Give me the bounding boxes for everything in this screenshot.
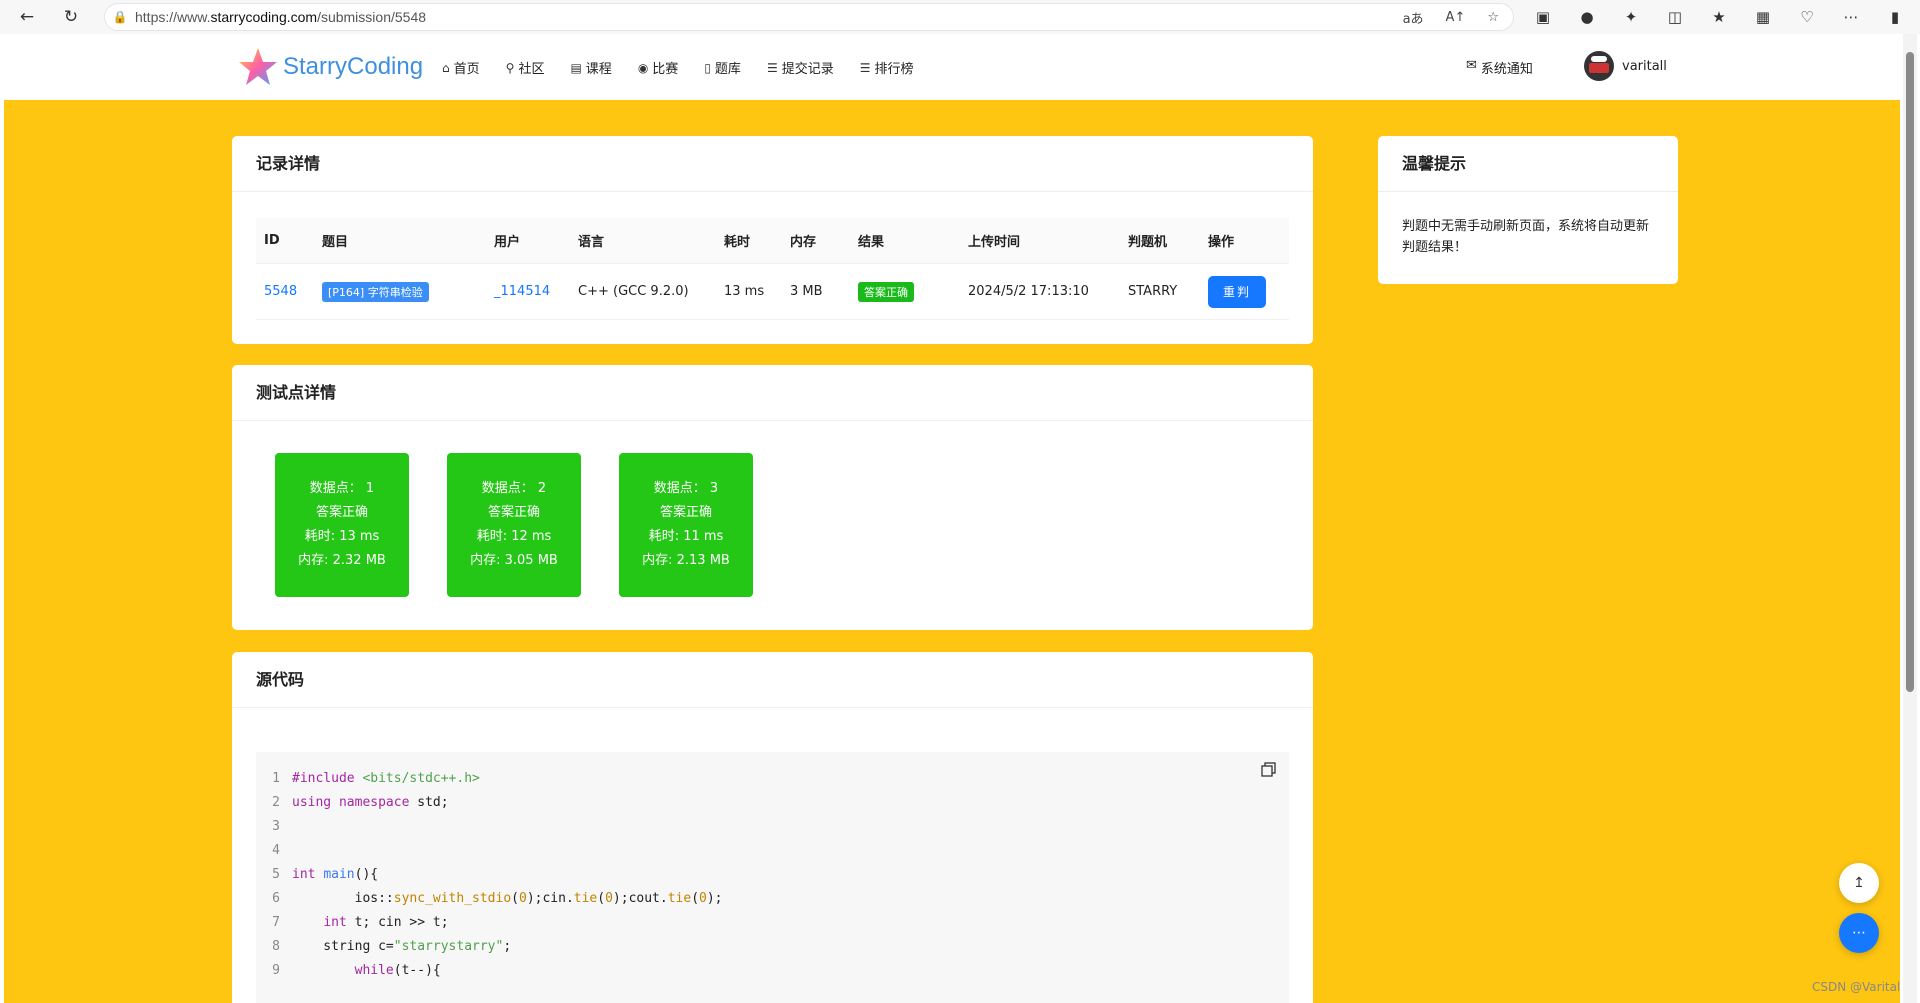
favorites-icon[interactable]: ★ [1706,8,1732,26]
menu-item-ranking[interactable]: ☰ 排行榜 [859,58,914,78]
memory-value: 3 MB [790,284,823,299]
main-menu: ⌂ 首页 ⚲ 社区 ▤ 课程 ◉ 比赛 ▯ 题库 ☰ 提交记录 ☰ 排行榜 [442,58,914,78]
scroll-thumb[interactable] [1906,52,1914,692]
menu-item-problems[interactable]: ▯ 题库 [704,58,741,78]
tips-text: 判题中无需手动刷新页面，系统将自动更新判题结果！ [1402,219,1650,255]
code-block[interactable]: 1 #include <bits/stdc++.h> 2 using namespa… [256,752,1289,1003]
menu-item-submissions[interactable]: ☰ 提交记录 [766,58,834,78]
home-icon: ⌂ [442,60,450,75]
split-screen-icon[interactable]: ◫ [1662,8,1688,26]
menu-item-community[interactable]: ⚲ 社区 [505,58,545,78]
collections-icon[interactable]: ▦ [1750,8,1776,26]
sidebar-icon[interactable]: ▮ [1882,8,1908,26]
test-point-card[interactable]: 数据点： 2 答案正确 耗时: 12 ms 内存: 3.05 MB [447,453,581,597]
code-line: 2 using namespace std; [272,795,449,810]
bookmark-icon: ▯ [704,60,711,75]
health-icon[interactable]: ♡ [1794,8,1820,26]
site-header: StarryCoding ⌂ 首页 ⚲ 社区 ▤ 课程 ◉ 比赛 ▯ 题库 ☰ 提交记录 ☰… [4,34,1900,100]
code-line: 9 while(t--){ [272,963,441,978]
tips-card: 温馨提示 判题中无需手动刷新页面，系统将自动更新判题结果！ [1378,136,1678,284]
chat-icon: ⋯ [1852,925,1866,941]
language-value: C++ (GCC 9.2.0) [578,284,689,299]
menu-item-course[interactable]: ▤ 课程 [570,58,611,78]
user-menu[interactable]: varitall [1584,51,1667,81]
watermark: CSDN @Varitall [1812,980,1900,994]
rejudge-button[interactable]: 重判 [1208,275,1266,308]
system-notice[interactable]: ✉ 系统通知 [1466,58,1533,77]
favorite-star-icon[interactable]: ☆ [1487,10,1499,25]
chat-button[interactable]: ⋯ [1839,913,1879,953]
result-badge: 答案正确 [858,281,914,302]
back-arrow-icon[interactable]: ← [10,0,44,34]
problem-tag[interactable]: [P164] 字符串检验 [322,281,429,302]
address-bar[interactable]: 🔒 https://www.starrycoding.com/submissio… [104,3,1514,31]
scrollbar[interactable] [1903,34,1917,1003]
site-logo[interactable]: StarryCoding [237,46,423,88]
more-icon[interactable]: ⋯ [1838,8,1864,26]
list-icon: ☰ [766,60,778,75]
record-card: 记录详情 ID 题目 用户 语言 耗时 内存 结果 上传时间 判题机 操作 55… [232,136,1313,344]
brand-name: StarryCoding [283,53,424,80]
code-line: 5 int main(){ [272,867,379,882]
menu-item-contest[interactable]: ◉ 比赛 [637,58,679,78]
username: varitall [1622,58,1667,74]
refresh-icon[interactable]: ↻ [54,0,88,34]
profile-extension-icon[interactable]: ● [1574,8,1600,26]
table-header: ID 题目 用户 语言 耗时 内存 结果 上传时间 判题机 操作 [256,218,1289,264]
mail-icon: ✉ [1466,58,1477,73]
code-line: 6 ios::sync_with_stdio(0);cin.tie(0);cou… [272,891,723,906]
translate-icon[interactable]: aあ [1403,8,1424,27]
menu-item-home[interactable]: ⌂ 首页 [442,58,480,78]
puzzle-icon[interactable]: ✦ [1618,8,1644,26]
lock-icon: 🔒 [112,10,128,24]
tests-card: 测试点详情 数据点： 1 答案正确 耗时: 13 ms 内存: 2.32 MB … [232,365,1313,630]
book-icon: ▤ [570,60,582,75]
submission-id-link[interactable]: 5548 [264,284,297,299]
time-value: 13 ms [724,284,765,299]
upload-time-value: 2024/5/2 17:13:10 [968,284,1089,299]
record-table: ID 题目 用户 语言 耗时 内存 结果 上传时间 判题机 操作 5548 [P… [256,218,1289,320]
tests-title: 测试点详情 [232,365,1313,421]
avatar [1584,51,1614,81]
back-to-top-button[interactable]: ↥ [1839,863,1879,903]
tips-title: 温馨提示 [1378,136,1678,192]
test-point-card[interactable]: 数据点： 1 答案正确 耗时: 13 ms 内存: 2.32 MB [275,453,409,597]
record-title: 记录详情 [232,136,1313,192]
copy-icon[interactable] [1261,762,1277,778]
judge-value: STARRY [1128,284,1178,299]
location-icon: ⚲ [505,60,515,75]
code-line: 3 [272,819,280,834]
url-text: https://www.starrycoding.com/submission/… [135,9,427,25]
code-line: 4 [272,843,280,858]
extension-icon[interactable]: ▣ [1530,8,1556,26]
code-line: 1 #include <bits/stdc++.h> [272,771,480,786]
list-icon: ☰ [859,60,871,75]
user-link[interactable]: _114514 [494,284,550,299]
star-logo-icon [239,48,277,85]
table-row: 5548 [P164] 字符串检验 _114514 C++ (GCC 9.2.0… [256,264,1289,320]
page: StarryCoding ⌂ 首页 ⚲ 社区 ▤ 课程 ◉ 比赛 ▯ 题库 ☰ 提交记录 ☰… [4,34,1900,1003]
source-title: 源代码 [232,652,1313,708]
browser-toolbar: ← ↻ 🔒 https://www.starrycoding.com/submi… [0,0,1920,34]
code-line: 7 int t; cin >> t; [272,915,449,930]
code-line: 8 string c="starrystarry"; [272,939,512,954]
source-card: 源代码 1 #include <bits/stdc++.h> 2 using nam… [232,652,1313,1003]
arrow-up-icon: ↥ [1853,875,1865,891]
fire-icon: ◉ [637,60,649,75]
test-point-card[interactable]: 数据点： 3 答案正确 耗时: 11 ms 内存: 2.13 MB [619,453,753,597]
read-aloud-icon[interactable]: A↑ [1446,10,1466,25]
